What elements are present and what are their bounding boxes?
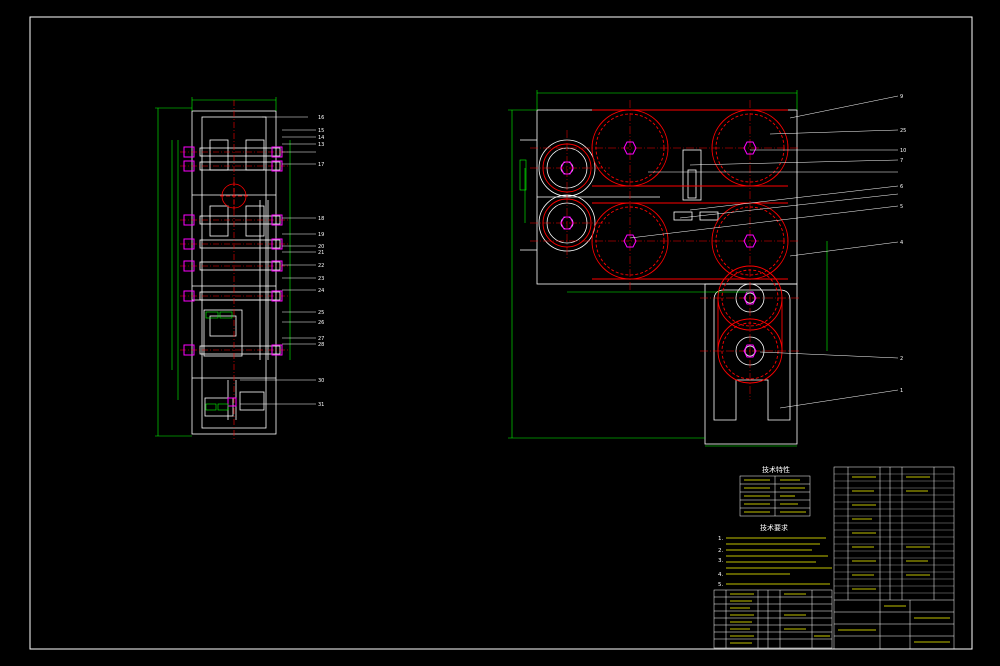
callout-22: 22 xyxy=(318,263,324,269)
callout-2: 2 xyxy=(900,356,903,362)
tech-specs-title: 技术特性 xyxy=(762,465,790,474)
callout-13: 13 xyxy=(318,142,324,148)
callout-24: 24 xyxy=(318,288,324,294)
callout-25: 25 xyxy=(318,310,324,316)
requirement-1: 1. xyxy=(718,536,723,542)
main-view-labels: 9 25 10 7 6 5 4 2 1 xyxy=(900,94,906,394)
tech-requirements-title: 技术要求 xyxy=(760,523,788,532)
requirement-4: 4. xyxy=(718,572,723,578)
callout-30: 30 xyxy=(318,378,324,384)
tech-requirements-lines xyxy=(726,537,832,585)
requirement-2: 2. xyxy=(718,548,723,554)
outer-frame xyxy=(29,16,973,650)
title-block-fill xyxy=(838,476,950,643)
callout-14: 14 xyxy=(318,135,324,141)
side-view-labels: 16 15 14 13 17 18 19 20 21 22 23 24 25 2… xyxy=(318,115,324,408)
tech-requirements-list: 1. 2. 3. 4. 5. xyxy=(718,536,723,588)
callout-25-main: 25 xyxy=(900,128,906,134)
main-view-leaders xyxy=(629,95,899,409)
callout-1: 1 xyxy=(900,388,903,394)
requirement-5: 5. xyxy=(718,582,723,588)
callout-17: 17 xyxy=(318,162,324,168)
callout-4: 4 xyxy=(900,240,903,246)
gear-upper-right xyxy=(711,109,789,187)
callout-23: 23 xyxy=(318,276,324,282)
cad-drawing-sheet: 16 15 14 13 17 18 19 20 21 22 23 24 25 2… xyxy=(29,16,973,650)
gear-upper-left xyxy=(591,109,669,187)
callout-5: 5 xyxy=(900,204,903,210)
parts-list xyxy=(713,589,833,649)
callout-10: 10 xyxy=(900,148,906,154)
callout-26: 26 xyxy=(318,320,324,326)
main-view xyxy=(520,109,798,445)
callout-18: 18 xyxy=(318,216,324,222)
callout-6: 6 xyxy=(900,184,903,190)
callout-7: 7 xyxy=(900,158,903,164)
callout-19: 19 xyxy=(318,232,324,238)
gear-train xyxy=(530,100,800,400)
callout-15: 15 xyxy=(318,128,324,134)
callout-16: 16 xyxy=(318,115,324,121)
callout-28: 28 xyxy=(318,342,324,348)
callout-31: 31 xyxy=(318,402,324,408)
requirement-3: 3. xyxy=(718,558,723,564)
side-view xyxy=(155,97,291,440)
callout-21: 21 xyxy=(318,250,324,256)
callout-9: 9 xyxy=(900,94,903,100)
